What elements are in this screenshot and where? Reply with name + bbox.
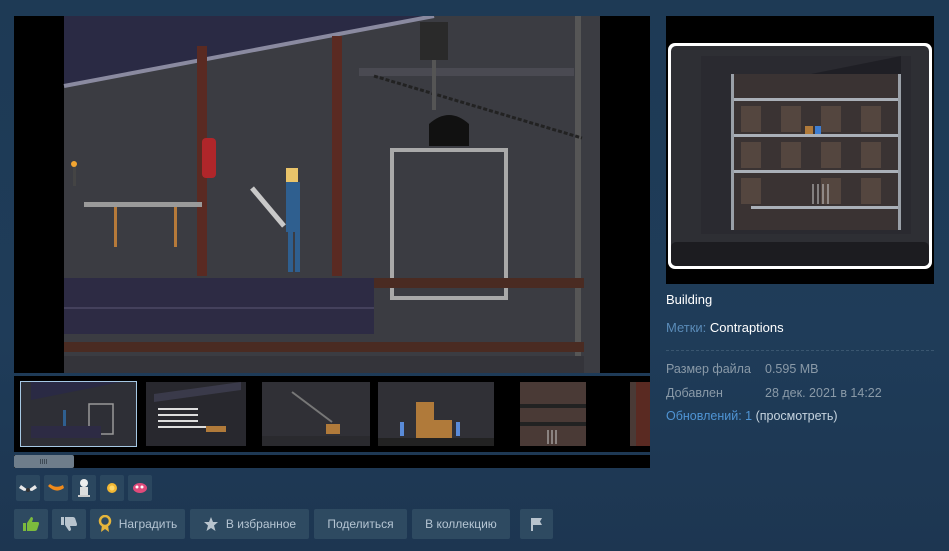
item-title: Building — [666, 292, 713, 307]
thumbnail-3[interactable] — [262, 382, 370, 446]
thumbnail-4[interactable] — [378, 382, 494, 446]
thumbs-down-icon — [60, 516, 78, 532]
share-button[interactable]: Поделиться — [314, 509, 407, 539]
updates-count-link[interactable]: Обновлений: 1 — [666, 409, 752, 423]
date-added-row: Добавлен 28 дек. 2021 в 14:22 — [666, 386, 882, 400]
award-sun-icon[interactable] — [100, 475, 124, 501]
details-divider — [666, 350, 934, 351]
award-button[interactable]: Наградить — [90, 509, 185, 539]
item-preview-image — [666, 16, 934, 284]
thumbs-up-icon — [22, 516, 40, 532]
thumbs-up-button[interactable] — [14, 509, 48, 539]
award-ribbon-icon — [98, 515, 112, 533]
favorite-button[interactable]: В избранное — [190, 509, 309, 539]
star-icon — [203, 516, 219, 532]
award-figure-icon[interactable] — [72, 475, 96, 501]
tags-label: Метки: — [666, 320, 707, 335]
award-banana-icon[interactable] — [44, 475, 68, 501]
thumbs-down-button[interactable] — [52, 509, 86, 539]
item-tags: Метки: Contraptions — [666, 320, 784, 335]
preview-frame — [668, 43, 932, 269]
file-size-value: 0.595 MB — [765, 362, 819, 376]
thumbnail-2[interactable] — [146, 382, 246, 446]
report-button[interactable] — [520, 509, 553, 539]
scrollbar-thumb[interactable] — [14, 455, 74, 468]
thumbnail-1[interactable] — [20, 381, 137, 447]
award-button-label: Наградить — [118, 517, 178, 531]
thumbnail-scrollbar[interactable] — [14, 455, 650, 468]
file-size-row: Размер файла 0.595 MB — [666, 362, 819, 376]
tag-link[interactable]: Contraptions — [710, 320, 784, 335]
screenshot-thumbnail-strip — [14, 376, 650, 452]
award-creature-icon[interactable] — [128, 475, 152, 501]
favorite-button-label: В избранное — [225, 517, 297, 531]
thumbnail-6[interactable] — [630, 382, 650, 446]
main-screenshot-preview[interactable] — [14, 16, 650, 373]
file-size-label: Размер файла — [666, 362, 751, 376]
add-to-collection-label: В коллекцию — [425, 517, 497, 531]
view-updates-link[interactable]: (просмотреть) — [756, 409, 838, 423]
award-wings-icon[interactable] — [16, 475, 40, 501]
flag-icon — [530, 517, 544, 531]
updates-row: Обновлений: 1 (просмотреть) — [666, 409, 838, 423]
date-added-value: 28 дек. 2021 в 14:22 — [765, 386, 882, 400]
share-button-label: Поделиться — [327, 517, 394, 531]
add-to-collection-button[interactable]: В коллекцию — [412, 509, 510, 539]
date-added-label: Добавлен — [666, 386, 723, 400]
thumbnail-5[interactable] — [508, 382, 616, 446]
